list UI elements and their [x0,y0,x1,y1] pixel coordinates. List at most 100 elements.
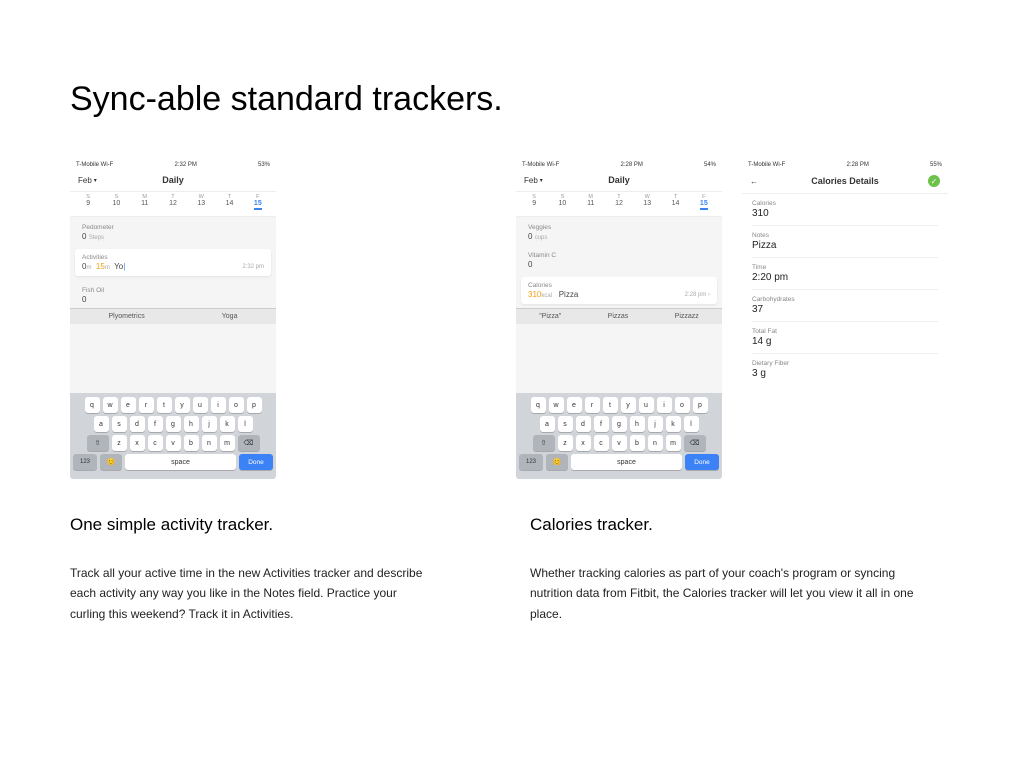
key[interactable]: x [576,435,591,451]
key[interactable]: v [612,435,627,451]
key[interactable]: c [148,435,163,451]
key[interactable]: d [576,416,591,432]
detail-field[interactable]: NotesPizza [742,226,948,257]
key[interactable]: k [666,416,681,432]
key[interactable]: f [594,416,609,432]
key[interactable]: g [166,416,181,432]
suggestion[interactable]: "Pizza" [539,313,561,320]
key[interactable]: g [612,416,627,432]
key[interactable]: u [193,397,208,413]
detail-field[interactable]: Carbohydrates37 [742,290,948,321]
numeric-key[interactable]: 123 [73,454,97,470]
key[interactable]: e [567,397,582,413]
key[interactable]: j [202,416,217,432]
day-cell[interactable]: W13 [633,194,661,210]
detail-field[interactable]: Dietary Fiber3 g [742,354,948,385]
key[interactable]: y [621,397,636,413]
month-picker[interactable]: Feb▾ [78,176,108,185]
key[interactable]: u [639,397,654,413]
done-key[interactable]: Done [239,454,273,470]
key[interactable]: m [666,435,681,451]
delete-key[interactable]: ⌫ [238,435,260,451]
key[interactable]: f [148,416,163,432]
day-cell[interactable]: M11 [577,194,605,210]
key[interactable]: o [229,397,244,413]
key[interactable]: z [558,435,573,451]
calories-card[interactable]: Calories 310kcal Pizza 2:28 pm › [521,277,717,304]
back-button[interactable]: ← [750,177,780,186]
suggestion[interactable]: Pizzazz [675,313,699,320]
notes-input[interactable]: Yo [114,262,123,271]
key[interactable]: o [675,397,690,413]
space-key[interactable]: space [125,454,236,470]
key[interactable]: x [130,435,145,451]
autocomplete-bar[interactable]: Plyometrics Yoga [70,308,276,324]
week-selector[interactable]: S9S10M11T12W13T14F15 [70,192,276,217]
day-cell[interactable]: S9 [520,194,548,210]
key[interactable]: n [202,435,217,451]
suggestion[interactable]: Pizzas [608,313,629,320]
day-cell[interactable]: F15 [244,194,272,210]
day-cell[interactable]: T14 [215,194,243,210]
key[interactable]: h [184,416,199,432]
shift-key[interactable]: ⇧ [533,435,555,451]
emoji-key[interactable]: 😊 [546,454,568,470]
key[interactable]: l [684,416,699,432]
key[interactable]: m [220,435,235,451]
key[interactable]: l [238,416,253,432]
key[interactable]: r [139,397,154,413]
key[interactable]: w [549,397,564,413]
key[interactable]: b [630,435,645,451]
day-cell[interactable]: T12 [159,194,187,210]
vitaminc-card[interactable]: Vitamin C 0 [521,248,717,273]
key[interactable]: h [630,416,645,432]
day-cell[interactable]: T12 [605,194,633,210]
key[interactable]: r [585,397,600,413]
done-key[interactable]: Done [685,454,719,470]
suggestion[interactable]: Yoga [222,313,238,320]
key[interactable]: k [220,416,235,432]
shift-key[interactable]: ⇧ [87,435,109,451]
suggestion[interactable]: Plyometrics [109,313,145,320]
numeric-key[interactable]: 123 [519,454,543,470]
key[interactable]: e [121,397,136,413]
detail-field[interactable]: Calories310 [742,194,948,225]
key[interactable]: a [94,416,109,432]
key[interactable]: i [211,397,226,413]
key[interactable]: s [558,416,573,432]
day-cell[interactable]: S9 [74,194,102,210]
key[interactable]: q [531,397,546,413]
key[interactable]: b [184,435,199,451]
day-cell[interactable]: M11 [131,194,159,210]
detail-field[interactable]: Time2:20 pm [742,258,948,289]
day-cell[interactable]: F15 [690,194,718,210]
key[interactable]: z [112,435,127,451]
day-cell[interactable]: S10 [102,194,130,210]
key[interactable]: d [130,416,145,432]
day-cell[interactable]: T14 [661,194,689,210]
key[interactable]: p [247,397,262,413]
day-cell[interactable]: S10 [548,194,576,210]
detail-field[interactable]: Total Fat14 g [742,322,948,353]
autocomplete-bar[interactable]: "Pizza" Pizzas Pizzazz [516,308,722,324]
key[interactable]: t [157,397,172,413]
key[interactable]: s [112,416,127,432]
key[interactable]: t [603,397,618,413]
delete-key[interactable]: ⌫ [684,435,706,451]
key[interactable]: i [657,397,672,413]
key[interactable]: p [693,397,708,413]
key[interactable]: v [166,435,181,451]
emoji-key[interactable]: 😊 [100,454,122,470]
key[interactable]: n [648,435,663,451]
pedometer-card[interactable]: Pedometer 0 Steps [75,220,271,245]
key[interactable]: w [103,397,118,413]
key[interactable]: c [594,435,609,451]
space-key[interactable]: space [571,454,682,470]
activities-card[interactable]: Activities 0m 15m Yo| 2:32 pm [75,249,271,276]
key[interactable]: a [540,416,555,432]
key[interactable]: j [648,416,663,432]
week-selector[interactable]: S9S10M11T12W13T14F15 [516,192,722,217]
fishoil-card[interactable]: Fish Oil 0 [75,283,271,308]
key[interactable]: y [175,397,190,413]
keyboard[interactable]: qwertyuiopasdfghjkl⇧zxcvbnm⌫123😊spaceDon… [70,393,276,479]
